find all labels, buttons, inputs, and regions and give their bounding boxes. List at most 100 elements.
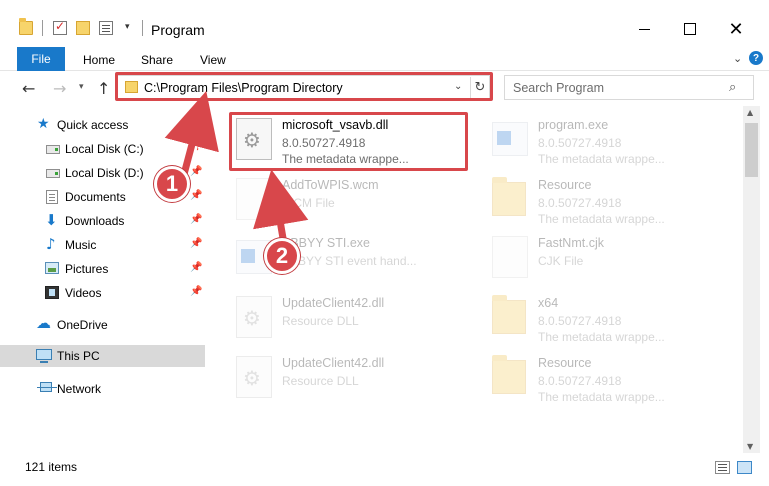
recent-locations-dropdown-icon[interactable]: ▾	[79, 82, 84, 92]
folder-icon	[492, 355, 526, 394]
close-button[interactable]: ✕	[713, 14, 759, 44]
pictures-icon	[45, 262, 59, 274]
scroll-down-icon[interactable]: ▼	[747, 442, 753, 451]
pin-icon[interactable]: 📌	[190, 214, 202, 225]
file-name: Resource	[538, 178, 592, 192]
file-name: AddToWPIS.wcm	[282, 178, 379, 192]
navigation-pane: ★ Quick access Local Disk (C:) 📌 Local D…	[0, 106, 212, 453]
computer-icon	[36, 349, 52, 363]
star-icon: ★	[37, 116, 50, 132]
tab-file[interactable]: File	[17, 47, 65, 71]
file-version: 8.0.50727.4918	[538, 196, 622, 210]
file-description: The metadata wrappe...	[538, 330, 665, 344]
vertical-scrollbar[interactable]: ▲ ▼	[743, 106, 760, 453]
expand-ribbon-icon[interactable]: ⌄	[733, 52, 742, 65]
scroll-thumb[interactable]	[745, 123, 758, 177]
large-icons-view-icon[interactable]	[737, 461, 752, 474]
file-item[interactable]: FastNmt.cjk CJK File	[482, 228, 722, 284]
file-item[interactable]: UpdateClient42.dll Resource DLL	[226, 348, 466, 404]
file-description: The metadata wrappe...	[538, 212, 665, 226]
file-name: Resource	[538, 356, 592, 370]
up-arrow-icon[interactable]: ↑	[97, 79, 110, 98]
sidebar-item-label: Documents	[65, 190, 126, 204]
file-item[interactable]: x64 8.0.50727.4918 The metadata wrappe..…	[482, 288, 722, 344]
file-version: 8.0.50727.4918	[538, 136, 622, 150]
folder-icon[interactable]	[19, 18, 33, 35]
file-name: x64	[538, 296, 559, 310]
file-item[interactable]: program.exe 8.0.50727.4918 The metadata …	[482, 110, 722, 166]
sidebar-item-label: OneDrive	[57, 318, 108, 332]
forward-arrow-icon[interactable]: →	[53, 79, 66, 98]
file-type: Resource DLL	[282, 374, 359, 388]
tab-view[interactable]: View	[200, 53, 226, 67]
file-version: 8.0.50727.4918	[538, 314, 622, 328]
ribbon-tabs: File Home Share View ⌄ ?	[0, 44, 769, 71]
maximize-button[interactable]	[667, 14, 713, 44]
file-name: FastNmt.cjk	[538, 236, 604, 250]
new-folder-icon[interactable]	[76, 21, 90, 35]
download-icon: ⬇	[45, 211, 58, 229]
address-bar-highlight	[115, 72, 493, 101]
file-explorer-window: ▾ Program ✕ File Home Share View ⌄ ? ← →…	[0, 0, 769, 486]
sidebar-item-videos[interactable]: Videos 📌	[0, 282, 205, 304]
file-item[interactable]: Resource 8.0.50727.4918 The metadata wra…	[482, 348, 722, 404]
pin-icon[interactable]: 📌	[190, 142, 202, 153]
sidebar-item-quick-access[interactable]: ★ Quick access	[0, 114, 205, 136]
search-input[interactable]	[505, 76, 725, 99]
pin-icon[interactable]: 📌	[190, 166, 202, 177]
exe-file-icon	[492, 122, 528, 156]
tab-home[interactable]: Home	[83, 53, 115, 67]
sidebar-item-network[interactable]: Network	[0, 378, 205, 400]
folder-icon	[492, 177, 526, 216]
pin-icon[interactable]: 📌	[190, 238, 202, 249]
sidebar-item-downloads[interactable]: ⬇ Downloads 📌	[0, 210, 205, 232]
file-name: UpdateClient42.dll	[282, 356, 385, 370]
properties-check-icon[interactable]	[53, 19, 67, 35]
file-item[interactable]: AddToWPIS.wcm WCM File	[226, 170, 466, 226]
file-type: Resource DLL	[282, 314, 359, 328]
file-description: The metadata wrappe...	[538, 390, 665, 404]
file-item[interactable]: Resource 8.0.50727.4918 The metadata wra…	[482, 170, 722, 226]
sidebar-item-this-pc[interactable]: This PC	[0, 345, 205, 367]
pin-icon[interactable]: 📌	[190, 286, 202, 297]
sidebar-item-label: Music	[65, 238, 97, 252]
step-1-badge: 1	[154, 166, 190, 202]
sidebar-item-label: Quick access	[57, 118, 129, 132]
customize-toolbar-dropdown-icon[interactable]: ▾	[125, 22, 130, 32]
music-icon: ♪	[46, 235, 56, 253]
details-view-icon[interactable]	[715, 461, 730, 474]
minimize-button[interactable]	[621, 14, 667, 44]
sidebar-item-label: This PC	[57, 349, 100, 363]
sidebar-item-local-disk-c[interactable]: Local Disk (C:) 📌	[0, 138, 205, 160]
file-item[interactable]: UpdateClient42.dll Resource DLL	[226, 288, 466, 344]
dll-file-icon	[236, 356, 272, 398]
sidebar-item-music[interactable]: ♪ Music 📌	[0, 234, 205, 256]
scroll-up-icon[interactable]: ▲	[747, 108, 753, 117]
back-arrow-icon[interactable]: ←	[22, 79, 35, 98]
step-2-badge: 2	[264, 238, 300, 274]
search-box[interactable]: ⌕	[504, 75, 754, 100]
dll-file-icon	[236, 296, 272, 338]
window-title: Program	[151, 22, 205, 38]
sidebar-item-label: Network	[57, 382, 102, 396]
disk-icon	[46, 169, 60, 178]
dll-file-highlight	[229, 112, 468, 171]
pin-icon[interactable]: 📌	[190, 262, 202, 273]
file-description: The metadata wrappe...	[538, 152, 665, 166]
tab-share[interactable]: Share	[141, 53, 173, 67]
pin-icon[interactable]: 📌	[190, 190, 202, 201]
file-name: program.exe	[538, 118, 609, 132]
title-separator	[142, 20, 143, 36]
title-bar: ▾ Program ✕	[0, 0, 769, 44]
search-icon[interactable]: ⌕	[729, 80, 736, 95]
sidebar-item-label: Videos	[65, 286, 102, 300]
sidebar-item-label: Local Disk (D:)	[65, 166, 144, 180]
help-icon[interactable]: ?	[749, 51, 763, 65]
sidebar-item-pictures[interactable]: Pictures 📌	[0, 258, 205, 280]
sidebar-item-label: Local Disk (C:)	[65, 142, 144, 156]
videos-icon	[45, 286, 59, 299]
sidebar-item-onedrive[interactable]: ☁ OneDrive	[0, 314, 205, 336]
list-properties-icon[interactable]	[99, 21, 113, 35]
blank-file-icon	[236, 178, 272, 220]
file-item[interactable]: ABBYY STI.exe ABBYY STI event hand...	[226, 228, 466, 284]
